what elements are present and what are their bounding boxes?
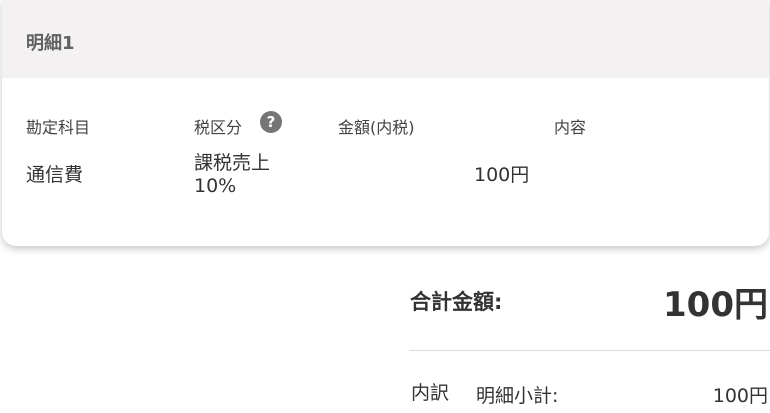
column-header-account: 勘定科目 bbox=[26, 118, 91, 137]
subtotal-value: 100円 bbox=[712, 385, 768, 407]
subtotal-label: 明細小計: bbox=[476, 385, 559, 407]
question-circle-icon[interactable]: ? bbox=[260, 111, 282, 133]
column-header-content: 内容 bbox=[554, 118, 587, 137]
breakdown-label: 内訳 bbox=[411, 382, 450, 404]
cell-account: 通信費 bbox=[26, 164, 84, 186]
detail-card-title: 明細1 bbox=[26, 33, 75, 54]
divider bbox=[409, 350, 770, 351]
help-glyph: ? bbox=[266, 113, 276, 131]
column-header-amount: 金額(内税) bbox=[338, 118, 415, 137]
page: 明細1 勘定科目 税区分 ? 金額(内税) 内容 通信費 課税売上 10% 10… bbox=[0, 0, 770, 413]
cell-amount: 100円 bbox=[474, 164, 530, 186]
cell-tax-category-line1: 課税売上 bbox=[194, 152, 271, 174]
total-amount-value: 100円 bbox=[663, 285, 768, 325]
cell-tax-category-line2: 10% bbox=[194, 175, 237, 197]
detail-card: 明細1 勘定科目 税区分 ? 金額(内税) 内容 通信費 課税売上 10% 10… bbox=[2, 0, 769, 246]
total-amount-label: 合計金額: bbox=[410, 290, 503, 314]
detail-card-header: 明細1 bbox=[2, 0, 769, 78]
column-header-tax-category: 税区分 bbox=[194, 118, 243, 137]
